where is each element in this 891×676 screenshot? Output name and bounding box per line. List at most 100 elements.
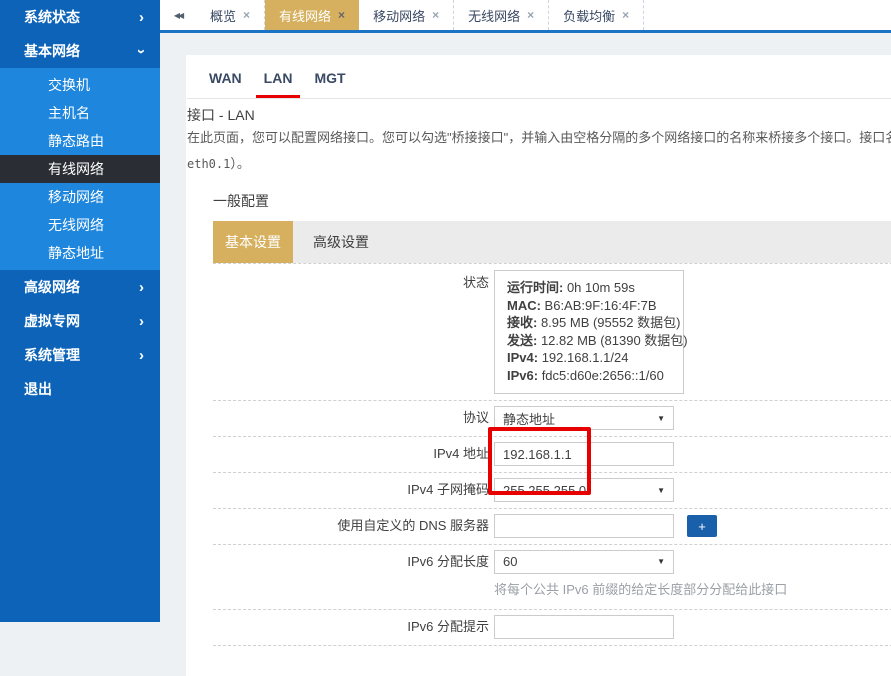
sidebar-item-basic-network[interactable]: 基本网络 › (0, 34, 160, 68)
tab-wan[interactable]: WAN (201, 65, 250, 98)
tab-close-icon[interactable]: × (622, 8, 629, 22)
sidebar-item-vpn[interactable]: 虚拟专网 › (0, 304, 160, 338)
status-key: IPv4: (507, 350, 538, 365)
field-label: IPv4 地址 (213, 442, 494, 466)
field-label: 状态 (213, 270, 494, 292)
tab-wired-network[interactable]: 有线网络 × (265, 0, 359, 30)
ipv4-netmask-select-value: 255.255.255.0 (503, 483, 586, 498)
sidebar-item-logout[interactable]: 退出 (0, 372, 160, 406)
status-key: IPv6: (507, 368, 538, 383)
ipv6-length-hint: 将每个公共 IPv6 前缀的给定长度部分分配给此接口 (494, 580, 787, 600)
interface-form: 状态 运行时间: 0h 10m 59s MAC: B6:AB:9F:16:4F:… (213, 263, 891, 646)
tab-label: 移动网络 (373, 6, 425, 25)
sidebar-item-label: 系统状态 (24, 7, 80, 27)
page-title: 接口 - LAN (187, 105, 891, 125)
sidebar-item-hostname[interactable]: 主机名 (0, 99, 160, 127)
tab-close-icon[interactable]: × (527, 8, 534, 22)
description-line1: 在此页面，您可以配置网络接口。您可以勾选"桥接接口"，并输入由空格分隔的多个网络… (187, 125, 891, 151)
tab-label: 无线网络 (468, 6, 520, 25)
sidebar-item-label: 虚拟专网 (24, 311, 80, 331)
form-row-ipv4-address: IPv4 地址 (213, 437, 891, 473)
tab-close-icon[interactable]: × (432, 8, 439, 22)
sidebar-item-wired-network[interactable]: 有线网络 (0, 155, 160, 183)
interface-tabs: WAN LAN MGT (187, 65, 891, 99)
status-uptime: 运行时间: 0h 10m 59s (507, 279, 671, 297)
status-key: 发送: (507, 333, 537, 348)
tab-basic-settings[interactable]: 基本设置 (213, 221, 293, 263)
field-label: 协议 (213, 406, 494, 430)
sidebar-item-system-admin[interactable]: 系统管理 › (0, 338, 160, 372)
open-pages-tabbar: ◀◀ 概览 × 有线网络 × 移动网络 × 无线网络 × 负载均衡 × (160, 0, 891, 33)
status-value: 192.168.1.1/24 (538, 350, 628, 365)
tab-load-balance[interactable]: 负载均衡 × (549, 0, 644, 30)
status-box: 运行时间: 0h 10m 59s MAC: B6:AB:9F:16:4F:7B … (494, 270, 684, 394)
tab-close-icon[interactable]: × (243, 8, 250, 22)
status-ipv4: IPv4: 192.168.1.1/24 (507, 349, 671, 367)
tab-mobile-network[interactable]: 移动网络 × (359, 0, 454, 30)
section-title: 一般配置 (213, 191, 891, 211)
protocol-select-value: 静态地址 (503, 409, 555, 428)
tab-mgt[interactable]: MGT (306, 65, 353, 98)
status-ipv6: IPv6: fdc5:d60e:2656::1/60 (507, 367, 671, 385)
status-tx: 发送: 12.82 MB (81390 数据包) (507, 332, 671, 350)
status-value: 0h 10m 59s (563, 280, 635, 295)
sidebar-item-label: 系统管理 (24, 345, 80, 365)
protocol-select[interactable]: 静态地址 ▼ (494, 406, 674, 430)
tab-label: 负载均衡 (563, 6, 615, 25)
custom-dns-input[interactable] (494, 514, 674, 538)
status-mac: MAC: B6:AB:9F:16:4F:7B (507, 297, 671, 315)
form-row-ipv6-hint: IPv6 分配提示 (213, 610, 891, 646)
sidebar: 系统状态 › 基本网络 › 交换机 主机名 静态路由 有线网络 移动网络 无线网… (0, 0, 160, 622)
field-label: IPv6 分配长度 (213, 550, 494, 574)
form-row-protocol: 协议 静态地址 ▼ (213, 401, 891, 437)
tab-close-icon[interactable]: × (338, 8, 345, 22)
sidebar-item-advanced-network[interactable]: 高级网络 › (0, 270, 160, 304)
status-value: B6:AB:9F:16:4F:7B (541, 298, 657, 313)
page-description: 在此页面，您可以配置网络接口。您可以勾选"桥接接口"，并输入由空格分隔的多个网络… (187, 125, 891, 177)
status-value: 8.95 MB (95552 数据包) (537, 315, 680, 330)
sidebar-item-static-route[interactable]: 静态路由 (0, 127, 160, 155)
dropdown-arrow-icon: ▼ (657, 486, 665, 495)
collapse-tabs-icon[interactable]: ◀◀ (160, 0, 196, 30)
status-value: 12.82 MB (81390 数据包) (537, 333, 687, 348)
dropdown-arrow-icon: ▼ (657, 557, 665, 566)
chevron-down-icon: › (134, 49, 149, 54)
tab-advanced-settings[interactable]: 高级设置 (293, 221, 389, 263)
settings-tabstrip: 基本设置 高级设置 (213, 221, 891, 263)
description-line2-rest: ）。 (230, 156, 250, 171)
form-row-ipv6-length: IPv6 分配长度 60 ▼ 将每个公共 IPv6 前缀的给定长度部分分配给此接… (213, 545, 891, 610)
tab-wireless-network[interactable]: 无线网络 × (454, 0, 549, 30)
sidebar-item-label: 基本网络 (24, 41, 80, 61)
main-area: ◀◀ 概览 × 有线网络 × 移动网络 × 无线网络 × 负载均衡 × WAN … (160, 0, 891, 676)
sidebar-item-mobile-network[interactable]: 移动网络 (0, 183, 160, 211)
sidebar-item-label: 退出 (24, 379, 52, 399)
ipv6-length-select-value: 60 (503, 554, 517, 569)
description-line2: eth0.1）。 (187, 151, 891, 177)
content-card: WAN LAN MGT 接口 - LAN 在此页面，您可以配置网络接口。您可以勾… (186, 55, 891, 676)
general-config-section: 一般配置 基本设置 高级设置 状态 运行时间: 0h 10m 59s MAC: … (213, 191, 891, 646)
field-label: IPv6 分配提示 (213, 615, 494, 639)
status-key: 运行时间: (507, 280, 563, 295)
ipv4-netmask-select[interactable]: 255.255.255.0 ▼ (494, 478, 674, 502)
sidebar-item-static-address[interactable]: 静态地址 (0, 239, 160, 267)
ipv4-address-input[interactable] (494, 442, 674, 466)
add-dns-button[interactable]: + (687, 515, 717, 537)
form-row-status: 状态 运行时间: 0h 10m 59s MAC: B6:AB:9F:16:4F:… (213, 264, 891, 401)
tab-overview[interactable]: 概览 × (196, 0, 265, 30)
chevron-right-icon: › (139, 314, 144, 329)
ipv6-hint-input[interactable] (494, 615, 674, 639)
form-row-custom-dns: 使用自定义的 DNS 服务器 + (213, 509, 891, 545)
sidebar-item-switch[interactable]: 交换机 (0, 71, 160, 99)
status-value: fdc5:d60e:2656::1/60 (538, 368, 664, 383)
field-label: IPv4 子网掩码 (213, 478, 494, 502)
sidebar-item-system-status[interactable]: 系统状态 › (0, 0, 160, 34)
dropdown-arrow-icon: ▼ (657, 414, 665, 423)
sidebar-item-wireless-network[interactable]: 无线网络 (0, 211, 160, 239)
ipv6-length-select[interactable]: 60 ▼ (494, 550, 674, 574)
tab-lan[interactable]: LAN (256, 65, 301, 98)
status-key: 接收: (507, 315, 537, 330)
status-key: MAC: (507, 298, 541, 313)
chevron-right-icon: › (139, 10, 144, 25)
field-label: 使用自定义的 DNS 服务器 (213, 514, 494, 538)
form-row-ipv4-netmask: IPv4 子网掩码 255.255.255.0 ▼ (213, 473, 891, 509)
